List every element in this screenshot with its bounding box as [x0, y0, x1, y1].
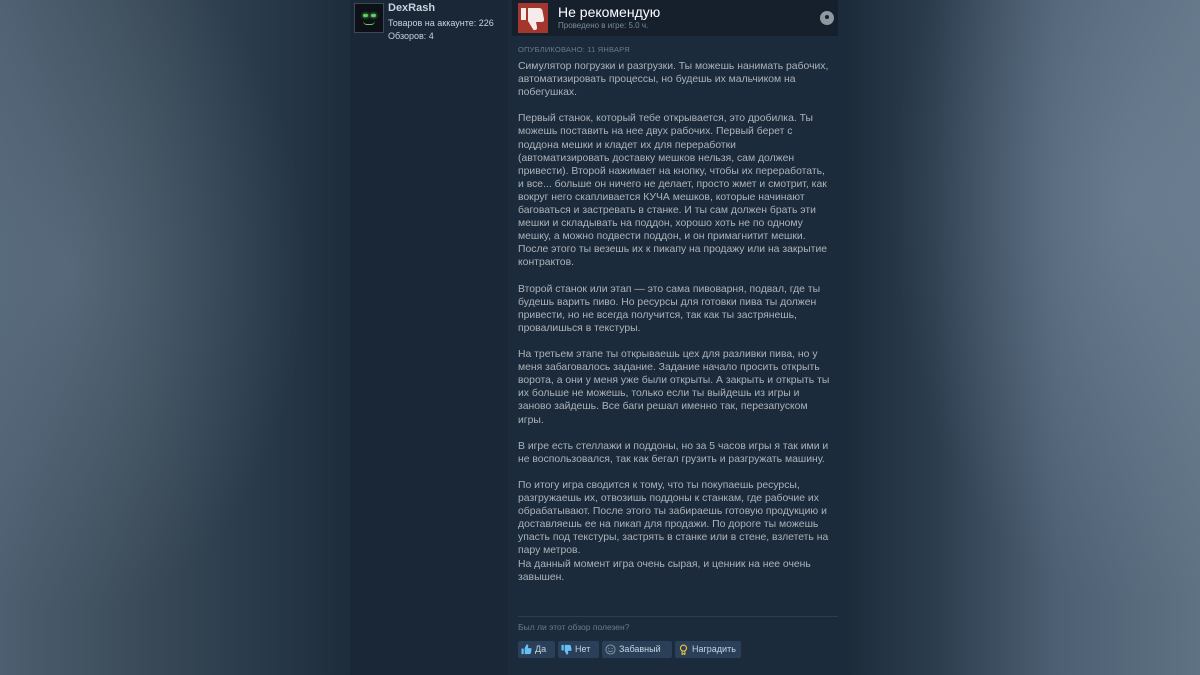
steam-icon [820, 11, 834, 25]
products-count[interactable]: Товаров на аккаунте: 226 [388, 18, 494, 28]
avatar[interactable] [354, 3, 384, 33]
review-paragraph: Второй станок или этап — это сама пивова… [518, 283, 821, 334]
thumbs-up-icon [521, 644, 532, 655]
review-paragraph: Первый станок, который тебе открывается,… [518, 113, 828, 269]
vote-yes-label: Да [535, 644, 547, 654]
thumbs-down-icon [561, 644, 572, 655]
avatar-eye-icon [371, 14, 376, 17]
vote-no-label: Нет [575, 644, 591, 654]
verdict-badge[interactable] [518, 3, 548, 33]
background-left [0, 0, 350, 675]
user-name[interactable]: DexRash [388, 2, 435, 14]
posted-date: ОПУБЛИКОВАНО: 11 ЯНВАРЯ [518, 45, 630, 54]
thumbs-down-icon [521, 8, 545, 30]
avatar-eye-icon [363, 14, 368, 17]
award-label: Наградить [692, 644, 736, 654]
reviews-count[interactable]: Обзоров: 4 [388, 31, 434, 41]
review-paragraph: На третьем этапе ты открываешь цех для р… [518, 349, 830, 426]
award-icon [678, 644, 689, 656]
background-right [850, 0, 1200, 675]
vote-funny-button[interactable]: Забавный [602, 641, 672, 658]
avatar-mouth-icon [363, 21, 375, 25]
author-column [350, 0, 508, 675]
vote-yes-button[interactable]: Да [518, 641, 555, 658]
verdict-title[interactable]: Не рекомендую [558, 4, 660, 20]
vote-no-button[interactable]: Нет [558, 641, 599, 658]
divider [518, 616, 838, 617]
review-paragraph: По итогу игра сводится к тому, что ты по… [518, 480, 829, 583]
smile-icon [605, 644, 616, 655]
award-button[interactable]: Наградить [675, 641, 741, 658]
vote-funny-label: Забавный [619, 644, 661, 654]
helpful-prompt: Был ли этот обзор полезен? [518, 622, 630, 632]
review-body: Симулятор погрузки и разгрузки. Ты можеш… [518, 60, 836, 584]
review-paragraph: В игре есть стеллажи и поддоны, но за 5 … [518, 440, 829, 465]
review-paragraph: Симулятор погрузки и разгрузки. Ты можеш… [518, 61, 829, 99]
playtime: Проведено в игре: 5.0 ч. [558, 21, 649, 30]
